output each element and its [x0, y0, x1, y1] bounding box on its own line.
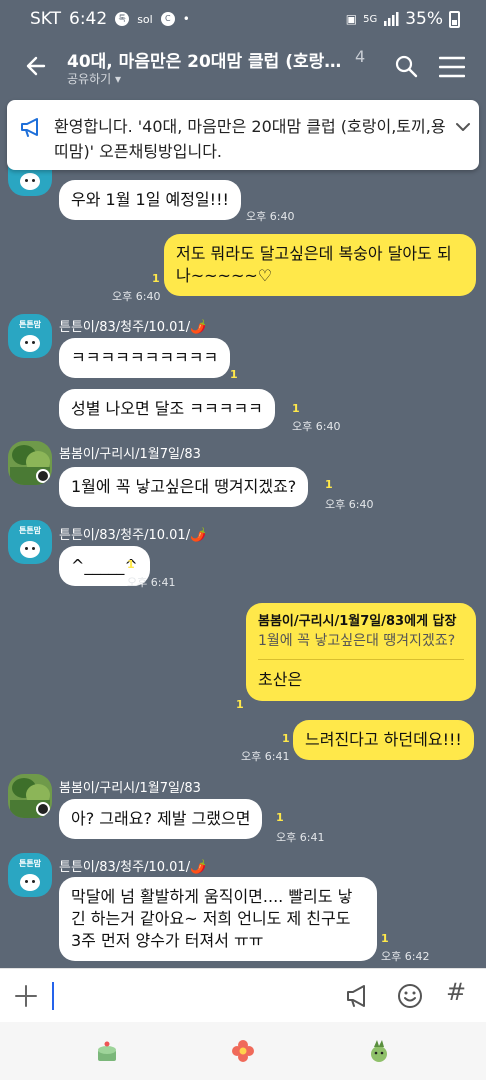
unread-count: 1 [127, 558, 135, 571]
message-time: 오후 6:41 [276, 831, 325, 844]
emoji-icon[interactable] [396, 982, 424, 1010]
avatar-label: 튼튼맘 [18, 320, 42, 329]
message-bubble[interactable]: 아? 그래요? 제발 그랬으면 [59, 799, 263, 839]
menu-icon[interactable] [439, 56, 465, 78]
battery-percent: 35% [405, 9, 443, 29]
message-time: 오후 6:40 [292, 420, 341, 433]
message-bubble[interactable]: 막달에 넘 활발하게 움직이면.... 빨리도 낳긴 하는거 같아요~ 저희 언… [59, 877, 377, 961]
avatar[interactable] [8, 774, 52, 818]
message-input[interactable] [52, 982, 54, 1010]
reply-text: 초산은 [258, 670, 303, 689]
message-bubble[interactable]: 우와 1월 1일 예정일!!! [59, 180, 241, 220]
clock: 6:42 [69, 9, 108, 29]
unread-count: 1 [292, 402, 300, 415]
sender-name: 봄봄이/구리시/1월7일/83 [59, 447, 201, 462]
unread-count: 1 [381, 932, 389, 945]
megaphone-icon [21, 118, 38, 137]
sol-icon: sol [137, 12, 153, 26]
message-composer: # [0, 968, 486, 1022]
avatar-label: 튼튼맘 [18, 526, 42, 535]
reply-message-bubble[interactable]: 봄봄이/구리시/1월7일/83에게 답장 1월에 꼭 낳고싶은대 땡겨지겠죠? … [246, 603, 476, 701]
message-time: 오후 6:40 [325, 498, 374, 511]
sender-name: 튼튼이/83/청주/10.01/🌶️ [59, 320, 207, 335]
message-time: 오후 6:40 [112, 290, 161, 303]
message-time: 오후 6:40 [246, 210, 295, 223]
message-bubble[interactable]: 1월에 꼭 낳고싶은대 땡겨지겠죠? [59, 467, 309, 507]
back-arrow-icon[interactable] [20, 52, 48, 80]
chat-title: 40대, 마음만은 20대맘 클럽 (호랑이,... [67, 52, 349, 72]
message-bubble[interactable]: 성별 나오면 달조 ㅋㅋㅋㅋㅋ [59, 389, 275, 429]
my-message-bubble[interactable]: 느려진다고 하던데요!!! [293, 720, 474, 760]
unread-count: 1 [325, 478, 333, 491]
unread-count: 1 [282, 732, 290, 745]
sender-name: 튼튼이/83/청주/10.01/🌶️ [59, 860, 207, 875]
flower-icon[interactable] [230, 1038, 256, 1064]
my-message-bubble[interactable]: 저도 뭐라도 달고싶은데 복숭아 달아도 되나~~~~~♡ [164, 234, 476, 296]
sender-name: 봄봄이/구리시/1월7일/83 [59, 781, 201, 796]
message-time: 오후 6:41 [241, 750, 290, 763]
message-time: 오후 6:41 [127, 576, 176, 589]
search-icon[interactable] [394, 54, 418, 78]
notice-text: 환영합니다. '40대, 마음만은 20대맘 클럽 (호랑이,토끼,용띠맘)' … [54, 117, 446, 161]
message-bubble[interactable]: ㅋㅋㅋㅋㅋㅋㅋㅋㅋㅋ [59, 338, 231, 378]
avatar[interactable] [8, 441, 52, 485]
avatar-label: 튼튼맘 [18, 859, 42, 868]
reply-quote: 1월에 꼭 낳고싶은대 땡겨지겠죠? [258, 631, 464, 660]
reply-target: 봄봄이/구리시/1월7일/83에게 답장 [258, 614, 457, 629]
carrier: SKT [30, 9, 62, 29]
avatar[interactable]: 튼튼맘 [8, 314, 52, 358]
cake-icon[interactable] [94, 1038, 120, 1064]
unread-count: 1 [236, 698, 244, 711]
quick-emoticon-bar [0, 1022, 486, 1080]
chevron-down-icon[interactable] [454, 118, 472, 136]
c-icon: C [160, 12, 175, 26]
status-bar: SKT 6:42 톡 sol C • ▣ 5G 35% [0, 0, 486, 38]
character-icon[interactable] [366, 1038, 392, 1064]
network-label: 5G [363, 13, 378, 25]
chat-header: 40대, 마음만은 20대맘 클럽 (호랑이,... 4 공유하기 ▾ [0, 38, 486, 100]
signal-icon [384, 12, 399, 26]
message-time: 오후 6:42 [381, 950, 430, 963]
unread-count: 1 [276, 811, 284, 824]
avatar[interactable]: 튼튼맘 [8, 853, 52, 897]
message-list[interactable]: 튼튼맘 우와 1월 1일 예정일!!! 오후 6:40 저도 뭐라도 달고싶은데… [0, 100, 486, 968]
hashtag-icon[interactable]: # [446, 978, 466, 1006]
megaphone-icon[interactable] [344, 982, 372, 1010]
avatar[interactable]: 튼튼맘 [8, 520, 52, 564]
notice-banner[interactable]: 환영합니다. '40대, 마음만은 20대맘 클럽 (호랑이,토끼,용띠맘)' … [7, 100, 479, 170]
sender-name: 튼튼이/83/청주/10.01/🌶️ [59, 528, 207, 543]
unread-count: 1 [152, 272, 160, 285]
talk-icon: 톡 [115, 12, 130, 26]
share-button[interactable]: 공유하기 ▾ [67, 70, 121, 87]
dot-icon: • [182, 12, 190, 26]
plus-icon[interactable] [14, 984, 38, 1008]
lock-icon: ▣ [345, 12, 358, 26]
unread-count: 1 [230, 368, 238, 381]
battery-icon [449, 10, 460, 28]
member-count: 4 [355, 47, 366, 66]
